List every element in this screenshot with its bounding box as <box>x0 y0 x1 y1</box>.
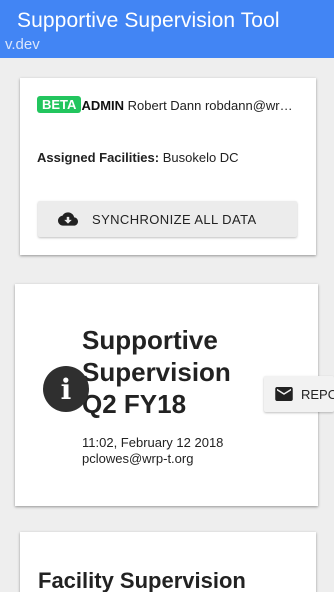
facility-supervision-card[interactable]: Facility Supervision <box>20 532 316 592</box>
info-icon[interactable]: i <box>43 366 89 412</box>
supervision-meta: 11:02, February 12 2018 pclowes@wrp-t.or… <box>82 435 224 466</box>
app-title: Supportive Supervision Tool <box>17 9 280 32</box>
user-card: BETAADMIN Robert Dann robdann@wrp-t.org … <box>20 78 316 255</box>
supervision-title: Supportive Supervision Q2 FY18 <box>82 325 231 419</box>
sync-button-label: SYNCHRONIZE ALL DATA <box>92 211 257 227</box>
user-info-row: BETAADMIN Robert Dann robdann@wrp-t.org <box>37 96 297 113</box>
user-identity: Robert Dann robdann@wrp-t.org <box>127 98 297 113</box>
email-button-label: REPORT <box>301 386 334 402</box>
facility-supervision-title: Facility Supervision <box>38 568 246 592</box>
email-report-button[interactable]: REPORT <box>264 376 334 412</box>
app-version: v.dev <box>5 36 40 53</box>
app-bar: Supportive Supervision Tool v.dev <box>0 0 334 58</box>
assigned-facilities-value: Busokelo DC <box>159 150 239 165</box>
assigned-facilities: Assigned Facilities: Busokelo DC <box>37 150 239 165</box>
beta-badge: BETA <box>37 96 82 113</box>
role-label: ADMIN <box>81 98 125 113</box>
supervision-card[interactable]: Supportive Supervision Q2 FY18 11:02, Fe… <box>15 284 334 506</box>
assigned-facilities-label: Assigned Facilities: <box>37 150 160 165</box>
email-icon <box>275 387 293 401</box>
synchronize-all-data-button[interactable]: SYNCHRONIZE ALL DATA <box>38 201 297 237</box>
cloud-download-icon <box>58 212 78 226</box>
